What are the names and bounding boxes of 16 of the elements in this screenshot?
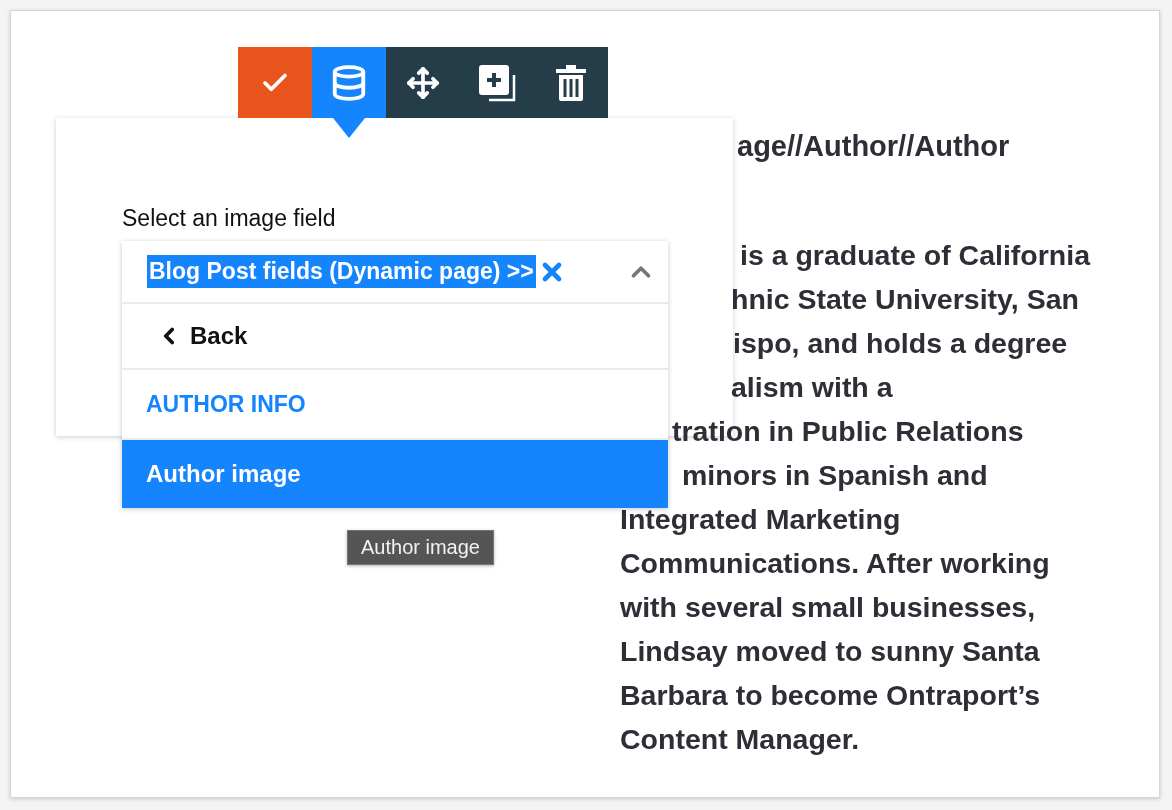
bio-text-line: Communications. After working [620,546,1050,581]
bio-text-line: Lindsay moved to sunny Santa [620,634,1040,669]
tooltip: Author image [347,530,494,565]
field-label: Select an image field [122,204,336,232]
bio-text-line: is a graduate of California [740,238,1090,273]
bio-text-line: ispo, and holds a degree [733,326,1068,361]
bio-text-line: Barbara to become Ontraport’s [620,678,1041,713]
group-header: AUTHOR INFO [122,370,668,440]
bio-text-line: minors in Spanish and [682,458,988,493]
bio-text-line: hnic State University, San [731,282,1079,317]
bio-text-line: with several small businesses, [620,590,1036,625]
bio-text-line: alism with a [731,370,893,405]
selected-value: Blog Post fields (Dynamic page) >> [147,255,536,288]
bio-text-line: tration in Public Relations [672,414,1024,449]
author-heading: age//Author//Author [737,129,1011,164]
bio-text-line: Content Manager. [620,722,860,757]
